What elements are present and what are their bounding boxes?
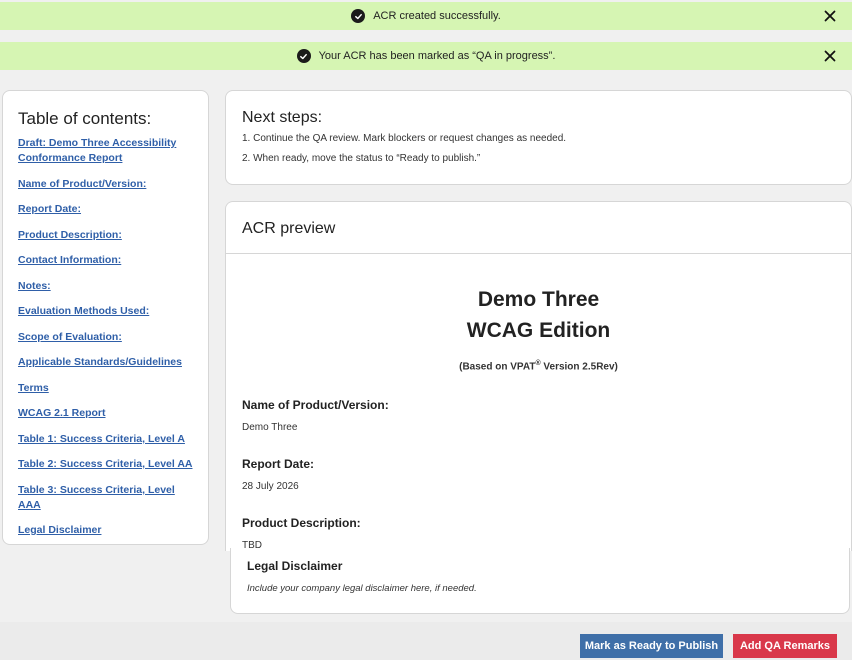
toast-message: ACR created successfully. [373, 10, 501, 22]
toc-link-scope-of-evaluation[interactable]: Scope of Evaluation: [18, 330, 194, 345]
preview-title: ACR preview [242, 220, 336, 237]
toc-link-legal-disclaimer[interactable]: Legal Disclaimer [18, 523, 194, 538]
field-label-report-date: Report Date: [242, 457, 315, 472]
table-of-contents: Table of contents: Draft: Demo Three Acc… [2, 90, 209, 545]
action-bar [0, 622, 852, 660]
toc-link-product-description[interactable]: Product Description: [18, 228, 194, 243]
toc-link-evaluation-methods[interactable]: Evaluation Methods Used: [18, 304, 194, 319]
next-step-item: 1. Continue the QA review. Mark blockers… [242, 133, 567, 144]
toc-link-product-version[interactable]: Name of Product/Version: [18, 177, 194, 192]
preview-header: ACR preview [226, 202, 851, 254]
close-icon[interactable] [824, 50, 836, 62]
acr-preview-panel[interactable]: ACR preview Demo Three WCAG Edition (Bas… [225, 201, 852, 551]
toc-link-table-level-aaa[interactable]: Table 3: Success Criteria, Level AAA [18, 483, 194, 513]
close-icon[interactable] [824, 10, 836, 22]
next-step-item: 2. When ready, move the status to “Ready… [242, 153, 481, 164]
legal-disclaimer-section: Legal Disclaimer Include your company le… [230, 548, 850, 614]
mark-ready-to-publish-button[interactable]: Mark as Ready to Publish [580, 634, 723, 658]
field-label-product-version: Name of Product/Version: [242, 398, 389, 413]
add-qa-remarks-button[interactable]: Add QA Remarks [733, 634, 837, 658]
toc-link-table-level-aa[interactable]: Table 2: Success Criteria, Level AA [18, 457, 194, 472]
document-title: Demo Three WCAG Edition [242, 284, 835, 346]
disclaimer-text: Include your company legal disclaimer he… [247, 583, 477, 594]
check-circle-icon [351, 9, 366, 23]
field-value-report-date: 28 July 2026 [242, 481, 299, 493]
toc-link-applicable-standards[interactable]: Applicable Standards/Guidelines [18, 355, 194, 370]
success-toast: ACR created successfully. [0, 2, 852, 30]
next-steps-panel: Next steps: 1. Continue the QA review. M… [225, 90, 852, 185]
toc-link-report-date[interactable]: Report Date: [18, 202, 194, 217]
subtitle-prefix: (Based on VPAT [459, 361, 536, 373]
preview-document: Demo Three WCAG Edition (Based on VPAT® … [226, 284, 851, 551]
toc-link-draft-title[interactable]: Draft: Demo Three Accessibility Conforma… [18, 136, 194, 166]
toc-link-terms[interactable]: Terms [18, 381, 194, 396]
field-label-product-description: Product Description: [242, 516, 361, 531]
document-title-line: WCAG Edition [466, 319, 611, 342]
next-steps-list: 1. Continue the QA review. Mark blockers… [242, 132, 835, 165]
field-value-product-version: Demo Three [242, 422, 298, 434]
toc-link-notes[interactable]: Notes: [18, 279, 194, 294]
document-subtitle: (Based on VPAT® Version 2.5Rev) [242, 360, 835, 372]
status-toast: Your ACR has been marked as “QA in progr… [0, 42, 852, 70]
toast-message: Your ACR has been marked as “QA in progr… [318, 50, 556, 62]
document-title-line: Demo Three [477, 288, 600, 311]
disclaimer-title: Legal Disclaimer [247, 559, 343, 573]
toc-link-wcag-report[interactable]: WCAG 2.1 Report [18, 406, 194, 421]
toc-title: Table of contents: [18, 109, 152, 128]
check-circle-icon [296, 49, 311, 63]
subtitle-suffix: Version 2.5Rev) [540, 361, 618, 373]
toc-link-contact-information[interactable]: Contact Information: [18, 253, 194, 268]
next-steps-title: Next steps: [242, 109, 323, 126]
toc-link-table-level-a[interactable]: Table 1: Success Criteria, Level A [18, 432, 194, 447]
